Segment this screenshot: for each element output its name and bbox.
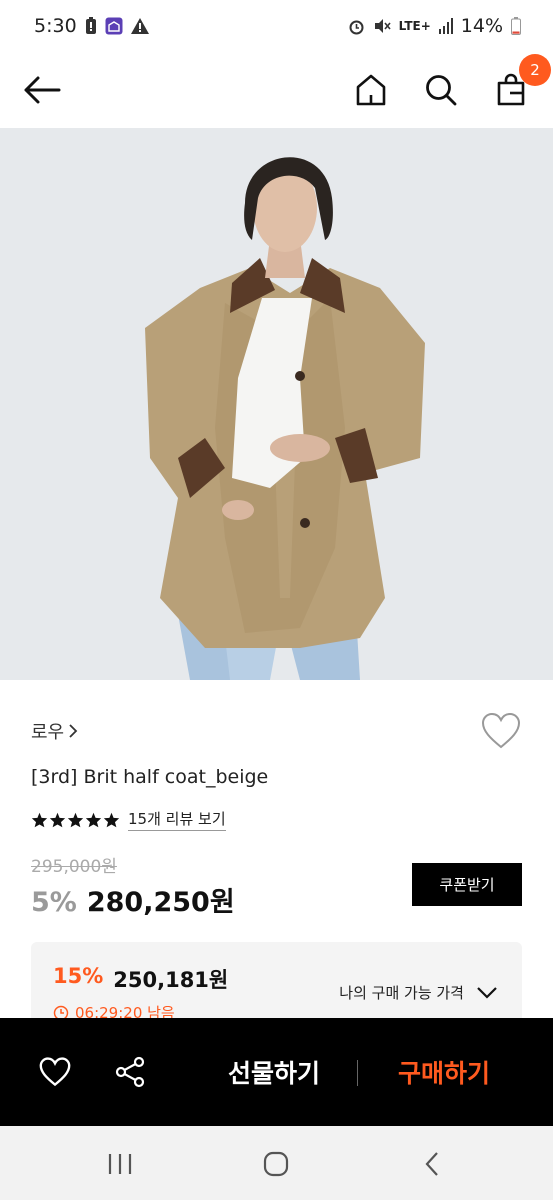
star-icon [85,812,102,827]
star-icon [31,812,48,827]
home-system-button[interactable] [256,1148,296,1180]
share-icon [115,1056,145,1088]
price-row: 5% 280,250원 [31,880,235,919]
bar-divider [357,1060,358,1086]
share-button[interactable] [110,1052,150,1092]
wishlist-button[interactable] [480,712,522,752]
bar-wishlist-button[interactable] [35,1052,75,1092]
mute-icon [373,18,391,34]
school-app-icon [105,17,123,35]
review-link[interactable]: 15개 리뷰 보기 [128,808,226,831]
back-system-button[interactable] [412,1148,452,1180]
sale-price: 280,250원 [86,887,235,918]
buy-button[interactable]: 구매하기 [388,1048,500,1096]
network-label: LTE+ [398,19,431,33]
product-name: [3rd] Brit half coat_beige [31,766,269,788]
search-button[interactable] [421,70,461,110]
brand-name: 로우 [31,722,65,743]
promo-discount: 15% [53,964,104,988]
brand-link[interactable]: 로우 [31,718,78,744]
arrow-left-icon [24,76,61,104]
chevron-down-icon [477,986,497,999]
recent-apps-button[interactable] [100,1148,140,1180]
discount-rate: 5% [31,887,77,918]
product-image [0,128,553,680]
back-button[interactable] [22,70,62,110]
purchase-action-bar: 선물하기 구매하기 [0,1018,553,1126]
top-nav: 2 [0,52,553,128]
search-icon [426,75,457,106]
home-icon [356,74,386,106]
cart-count-badge: 2 [519,54,551,86]
promo-price-row: 15% 250,181원 [53,964,228,994]
cart-button[interactable]: 2 [491,54,551,110]
status-right: LTE+ 14% [348,15,521,37]
chevron-left-icon [425,1152,438,1176]
home-button[interactable] [351,70,391,110]
my-price-toggle[interactable]: 나의 구매 가능 가격 [339,982,498,1003]
status-bar: 5:30 LTE+ 14% [0,0,553,52]
chevron-right-icon [69,724,78,738]
original-price: 295,000원 [31,857,117,877]
battery-percent: 14% [460,15,503,37]
battery-saver-icon [85,17,97,35]
star-rating [31,812,120,828]
signal-icon [438,18,453,34]
battery-icon [511,17,521,35]
status-time: 5:30 [34,15,77,37]
star-icon [67,812,84,827]
system-nav-bar [0,1126,553,1200]
alarm-icon [348,18,365,35]
rating-row: 15개 리뷰 보기 [31,808,226,831]
promo-price: 250,181원 [113,968,229,992]
recent-apps-icon [108,1154,132,1174]
warning-icon [130,18,149,34]
status-left: 5:30 [34,15,149,37]
gift-button[interactable]: 선물하기 [218,1048,330,1096]
header-actions: 2 [351,54,551,110]
heart-outline-icon [39,1057,71,1087]
home-circle-icon [263,1151,289,1177]
star-icon [103,812,120,827]
my-price-label: 나의 구매 가능 가격 [339,984,464,1002]
coupon-button[interactable]: 쿠폰받기 [412,863,522,906]
heart-outline-icon [481,712,521,749]
star-icon [49,812,66,827]
